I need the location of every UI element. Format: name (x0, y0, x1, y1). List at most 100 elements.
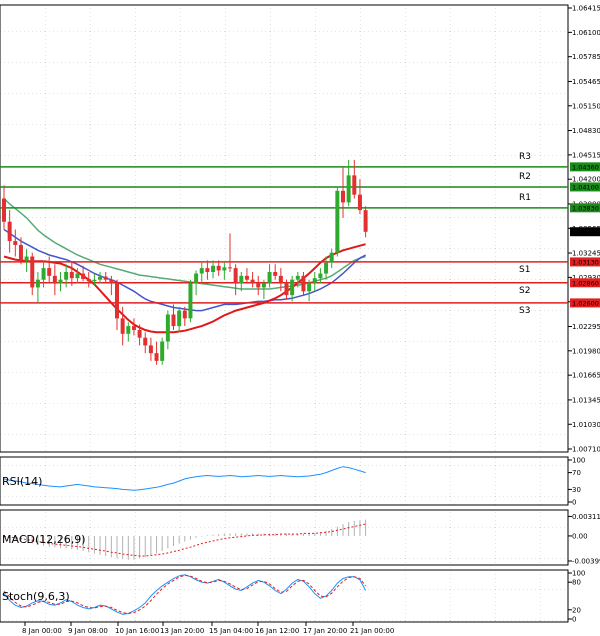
candle-body (307, 282, 312, 292)
price-axis-label: 1.05465 (572, 78, 600, 86)
candle-body (222, 267, 227, 271)
macd-title: MACD(12,26,9) (2, 533, 86, 546)
price-axis-label: 1.01030 (572, 421, 600, 429)
time-axis-label: 15 Jan 04:00 (209, 627, 253, 635)
pivot-label-s1: S1 (519, 265, 530, 275)
candle-body (329, 252, 334, 263)
pivot-label-r1: R1 (519, 193, 531, 203)
candle-body (312, 278, 317, 283)
candle-body (318, 273, 323, 279)
price-axis-label: 1.02295 (572, 323, 600, 331)
price-axis-label: 1.01665 (572, 372, 600, 380)
candle-body (346, 175, 351, 203)
candle-body (250, 279, 255, 284)
candle-body (228, 267, 232, 269)
price-axis-label: 1.01980 (572, 347, 600, 355)
price-axis-label: 1.03245 (572, 250, 600, 258)
stoch-axis-label: 20 (572, 606, 581, 614)
time-axis-label: 8 Jan 00:00 (22, 627, 62, 635)
candle-body (182, 310, 187, 319)
candle-body (335, 190, 340, 253)
candle-body (86, 278, 91, 282)
candle-body (357, 194, 362, 211)
candle-body (352, 175, 357, 195)
candle-body (284, 283, 289, 296)
candle-body (278, 275, 283, 284)
price-axis-label: 1.05785 (572, 53, 600, 61)
pivot-price-label: 1.02600 (572, 299, 599, 307)
candle-body (194, 273, 199, 284)
candle-body (233, 268, 238, 284)
candle-body (103, 276, 108, 280)
candle-body (24, 256, 29, 261)
candle-body (41, 268, 46, 280)
pivot-price-label: 1.03130 (572, 258, 599, 266)
candle-body (92, 279, 97, 282)
candle-body (244, 275, 249, 280)
candle-body (154, 353, 159, 361)
candle-body (261, 283, 266, 288)
main-panel-frame (0, 4, 569, 453)
candle-body (301, 275, 306, 292)
candle-body (290, 279, 295, 296)
price-axis-label: 1.06415 (572, 5, 600, 13)
price-axis-label: 1.01345 (572, 396, 600, 404)
candle-body (165, 314, 170, 342)
candle-body (205, 268, 210, 272)
macd-axis-label: 0.003113 (572, 513, 600, 521)
sto-panel-frame (0, 569, 569, 623)
candle-body (160, 341, 165, 361)
candle-body (52, 275, 57, 284)
time-axis-label: 10 Jan 16:00 (115, 627, 159, 635)
rsi-axis-label: 0 (572, 499, 576, 507)
candle-body (35, 279, 40, 288)
macd-axis-label: 0.00 (572, 532, 588, 540)
rsi-title: RSI(14) (2, 475, 42, 488)
candle-body (58, 279, 63, 284)
candle-body (120, 318, 125, 334)
candle (160, 337, 165, 365)
candle-body (2, 198, 6, 222)
candle (188, 279, 193, 323)
rsi-axis-label: 70 (572, 469, 581, 477)
candle-body (324, 262, 329, 274)
forex-chart: 1.06415 1.06100 1.05785 1.05465 1.05150 1.048… (0, 4, 600, 635)
rsi-axis-label: 100 (572, 457, 585, 465)
candle-body (64, 271, 69, 280)
rsi-axis-label: 30 (572, 486, 581, 494)
time-axis-label: 13 Jan 20:00 (160, 627, 204, 635)
candle-body (216, 265, 221, 271)
time-axis-label: 17 Jan 20:00 (303, 627, 347, 635)
candle-body (256, 283, 261, 288)
candle-body (363, 210, 368, 232)
candle-body (109, 279, 114, 284)
price-axis-label: 1.04515 (572, 151, 600, 159)
candle-body (137, 329, 142, 338)
stoch-title: Stoch(9,6,3) (2, 590, 70, 603)
candle-body (295, 275, 300, 280)
candle-body (171, 314, 176, 327)
price-axis-label: 1.00710 (572, 446, 600, 454)
candle-body (115, 283, 119, 319)
pivot-price-label: 1.02860 (572, 279, 599, 287)
candle-body (341, 190, 345, 203)
pivot-label-r2: R2 (519, 172, 531, 182)
candle-body (131, 326, 136, 330)
candle-body (148, 345, 153, 354)
pivot-label-s2: S2 (519, 286, 530, 296)
candle-body (69, 271, 74, 279)
pivot-label-r3: R3 (519, 152, 531, 162)
candle-body (199, 268, 204, 274)
pivot-label-s3: S3 (519, 306, 530, 316)
candle-body (18, 244, 23, 261)
price-axis-label: 1.04830 (572, 127, 600, 135)
candle-body (177, 310, 182, 327)
candle-body (7, 221, 12, 242)
candle-body (98, 276, 103, 280)
stoch-axis-label: 80 (572, 579, 581, 587)
stoch-axis-label: 0 (572, 616, 576, 624)
macd-axis-label: -0.003997 (572, 557, 600, 565)
candle-body (267, 271, 272, 284)
rsi-panel-frame (0, 456, 569, 506)
price-axis-label: 1.05150 (572, 102, 600, 110)
